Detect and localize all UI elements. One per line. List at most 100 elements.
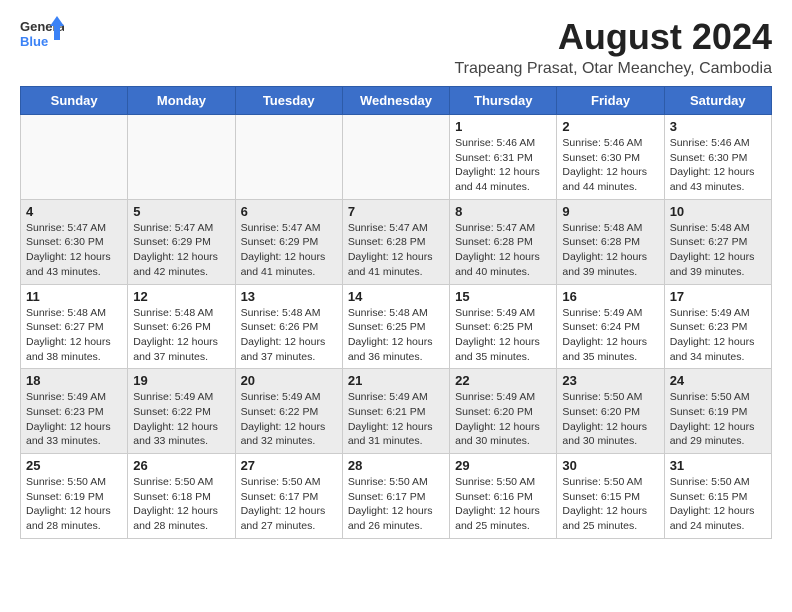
day-number: 5 <box>133 204 229 219</box>
day-number: 6 <box>241 204 337 219</box>
day-number: 26 <box>133 458 229 473</box>
day-info: Sunrise: 5:48 AM Sunset: 6:27 PM Dayligh… <box>670 221 766 280</box>
day-cell: 29Sunrise: 5:50 AM Sunset: 6:16 PM Dayli… <box>450 454 557 539</box>
day-cell: 3 Sunrise: 5:46 AM Sunset: 6:30 PM Daylig… <box>664 115 771 200</box>
day-number: 25 <box>26 458 122 473</box>
day-cell: 11 Sunrise: 5:48 AM Sunset: 6:27 PM Dayli… <box>21 284 128 369</box>
day-number: 15 <box>455 289 551 304</box>
title-section: August 2024 Trapeang Prasat, Otar Meanch… <box>455 16 773 78</box>
main-title: August 2024 <box>455 16 773 58</box>
day-cell <box>21 115 128 200</box>
day-info: Sunrise: 5:47 AM Sunset: 6:29 PM Dayligh… <box>133 221 229 280</box>
day-info: Sunrise: 5:49 AM Sunset: 6:23 PM Dayligh… <box>670 306 766 365</box>
day-number: 17 <box>670 289 766 304</box>
day-cell: 4Sunrise: 5:47 AM Sunset: 6:30 PM Daylig… <box>21 199 128 284</box>
weekday-header-tuesday: Tuesday <box>235 87 342 115</box>
day-cell: 22 Sunrise: 5:49 AM Sunset: 6:20 PM Dayli… <box>450 369 557 454</box>
day-info: Sunrise: 5:50 AM Sunset: 6:20 PM Dayligh… <box>562 390 658 449</box>
week-row-2: 4Sunrise: 5:47 AM Sunset: 6:30 PM Daylig… <box>21 199 772 284</box>
day-cell: 27 Sunrise: 5:50 AM Sunset: 6:17 PM Dayli… <box>235 454 342 539</box>
weekday-header-monday: Monday <box>128 87 235 115</box>
weekday-header-saturday: Saturday <box>664 87 771 115</box>
weekday-header-wednesday: Wednesday <box>342 87 449 115</box>
day-number: 8 <box>455 204 551 219</box>
day-cell: 30Sunrise: 5:50 AM Sunset: 6:15 PM Dayli… <box>557 454 664 539</box>
day-number: 24 <box>670 373 766 388</box>
calendar: SundayMondayTuesdayWednesdayThursdayFrid… <box>20 86 772 539</box>
day-info: Sunrise: 5:50 AM Sunset: 6:19 PM Dayligh… <box>26 475 122 534</box>
day-info: Sunrise: 5:46 AM Sunset: 6:30 PM Dayligh… <box>670 136 766 195</box>
day-number: 22 <box>455 373 551 388</box>
day-cell <box>342 115 449 200</box>
day-info: Sunrise: 5:48 AM Sunset: 6:27 PM Dayligh… <box>26 306 122 365</box>
day-info: Sunrise: 5:49 AM Sunset: 6:23 PM Dayligh… <box>26 390 122 449</box>
day-cell: 13 Sunrise: 5:48 AM Sunset: 6:26 PM Dayli… <box>235 284 342 369</box>
logo: General Blue <box>20 16 64 52</box>
weekday-header-thursday: Thursday <box>450 87 557 115</box>
day-number: 4 <box>26 204 122 219</box>
day-cell: 16 Sunrise: 5:49 AM Sunset: 6:24 PM Dayli… <box>557 284 664 369</box>
day-info: Sunrise: 5:50 AM Sunset: 6:19 PM Dayligh… <box>670 390 766 449</box>
day-cell: 17 Sunrise: 5:49 AM Sunset: 6:23 PM Dayli… <box>664 284 771 369</box>
day-info: Sunrise: 5:48 AM Sunset: 6:26 PM Dayligh… <box>133 306 229 365</box>
day-number: 1 <box>455 119 551 134</box>
day-cell: 26Sunrise: 5:50 AM Sunset: 6:18 PM Dayli… <box>128 454 235 539</box>
logo-svg: General Blue <box>20 16 64 52</box>
day-cell: 7 Sunrise: 5:47 AM Sunset: 6:28 PM Daylig… <box>342 199 449 284</box>
day-number: 23 <box>562 373 658 388</box>
day-info: Sunrise: 5:47 AM Sunset: 6:29 PM Dayligh… <box>241 221 337 280</box>
day-info: Sunrise: 5:48 AM Sunset: 6:28 PM Dayligh… <box>562 221 658 280</box>
day-info: Sunrise: 5:50 AM Sunset: 6:17 PM Dayligh… <box>241 475 337 534</box>
weekday-header-row: SundayMondayTuesdayWednesdayThursdayFrid… <box>21 87 772 115</box>
day-info: Sunrise: 5:49 AM Sunset: 6:25 PM Dayligh… <box>455 306 551 365</box>
day-number: 30 <box>562 458 658 473</box>
weekday-header-sunday: Sunday <box>21 87 128 115</box>
header: General Blue August 2024 Trapeang Prasat… <box>20 16 772 78</box>
day-cell: 9Sunrise: 5:48 AM Sunset: 6:28 PM Daylig… <box>557 199 664 284</box>
day-info: Sunrise: 5:48 AM Sunset: 6:26 PM Dayligh… <box>241 306 337 365</box>
day-number: 2 <box>562 119 658 134</box>
day-info: Sunrise: 5:50 AM Sunset: 6:15 PM Dayligh… <box>670 475 766 534</box>
day-info: Sunrise: 5:48 AM Sunset: 6:25 PM Dayligh… <box>348 306 444 365</box>
day-cell: 25 Sunrise: 5:50 AM Sunset: 6:19 PM Dayli… <box>21 454 128 539</box>
week-row-4: 18Sunrise: 5:49 AM Sunset: 6:23 PM Dayli… <box>21 369 772 454</box>
day-cell: 23 Sunrise: 5:50 AM Sunset: 6:20 PM Dayli… <box>557 369 664 454</box>
day-cell: 6 Sunrise: 5:47 AM Sunset: 6:29 PM Daylig… <box>235 199 342 284</box>
day-info: Sunrise: 5:49 AM Sunset: 6:20 PM Dayligh… <box>455 390 551 449</box>
day-cell: 19Sunrise: 5:49 AM Sunset: 6:22 PM Dayli… <box>128 369 235 454</box>
day-cell: 8 Sunrise: 5:47 AM Sunset: 6:28 PM Daylig… <box>450 199 557 284</box>
day-cell: 12Sunrise: 5:48 AM Sunset: 6:26 PM Dayli… <box>128 284 235 369</box>
weekday-header-friday: Friday <box>557 87 664 115</box>
day-number: 31 <box>670 458 766 473</box>
day-info: Sunrise: 5:46 AM Sunset: 6:30 PM Dayligh… <box>562 136 658 195</box>
day-number: 10 <box>670 204 766 219</box>
day-info: Sunrise: 5:49 AM Sunset: 6:21 PM Dayligh… <box>348 390 444 449</box>
day-number: 3 <box>670 119 766 134</box>
day-cell: 28 Sunrise: 5:50 AM Sunset: 6:17 PM Dayli… <box>342 454 449 539</box>
day-info: Sunrise: 5:47 AM Sunset: 6:28 PM Dayligh… <box>348 221 444 280</box>
day-number: 28 <box>348 458 444 473</box>
day-number: 11 <box>26 289 122 304</box>
day-info: Sunrise: 5:49 AM Sunset: 6:24 PM Dayligh… <box>562 306 658 365</box>
day-info: Sunrise: 5:49 AM Sunset: 6:22 PM Dayligh… <box>133 390 229 449</box>
day-cell: 18Sunrise: 5:49 AM Sunset: 6:23 PM Dayli… <box>21 369 128 454</box>
day-info: Sunrise: 5:47 AM Sunset: 6:28 PM Dayligh… <box>455 221 551 280</box>
day-number: 14 <box>348 289 444 304</box>
week-row-5: 25 Sunrise: 5:50 AM Sunset: 6:19 PM Dayli… <box>21 454 772 539</box>
day-cell: 5 Sunrise: 5:47 AM Sunset: 6:29 PM Daylig… <box>128 199 235 284</box>
day-cell: 2 Sunrise: 5:46 AM Sunset: 6:30 PM Daylig… <box>557 115 664 200</box>
day-info: Sunrise: 5:49 AM Sunset: 6:22 PM Dayligh… <box>241 390 337 449</box>
svg-text:Blue: Blue <box>20 34 48 49</box>
day-cell: 1 Sunrise: 5:46 AM Sunset: 6:31 PM Daylig… <box>450 115 557 200</box>
day-info: Sunrise: 5:50 AM Sunset: 6:17 PM Dayligh… <box>348 475 444 534</box>
day-number: 7 <box>348 204 444 219</box>
day-number: 13 <box>241 289 337 304</box>
day-number: 21 <box>348 373 444 388</box>
day-cell: 21 Sunrise: 5:49 AM Sunset: 6:21 PM Dayli… <box>342 369 449 454</box>
day-cell: 14 Sunrise: 5:48 AM Sunset: 6:25 PM Dayli… <box>342 284 449 369</box>
day-number: 27 <box>241 458 337 473</box>
day-cell: 20Sunrise: 5:49 AM Sunset: 6:22 PM Dayli… <box>235 369 342 454</box>
day-number: 16 <box>562 289 658 304</box>
day-cell: 24 Sunrise: 5:50 AM Sunset: 6:19 PM Dayli… <box>664 369 771 454</box>
day-info: Sunrise: 5:46 AM Sunset: 6:31 PM Dayligh… <box>455 136 551 195</box>
